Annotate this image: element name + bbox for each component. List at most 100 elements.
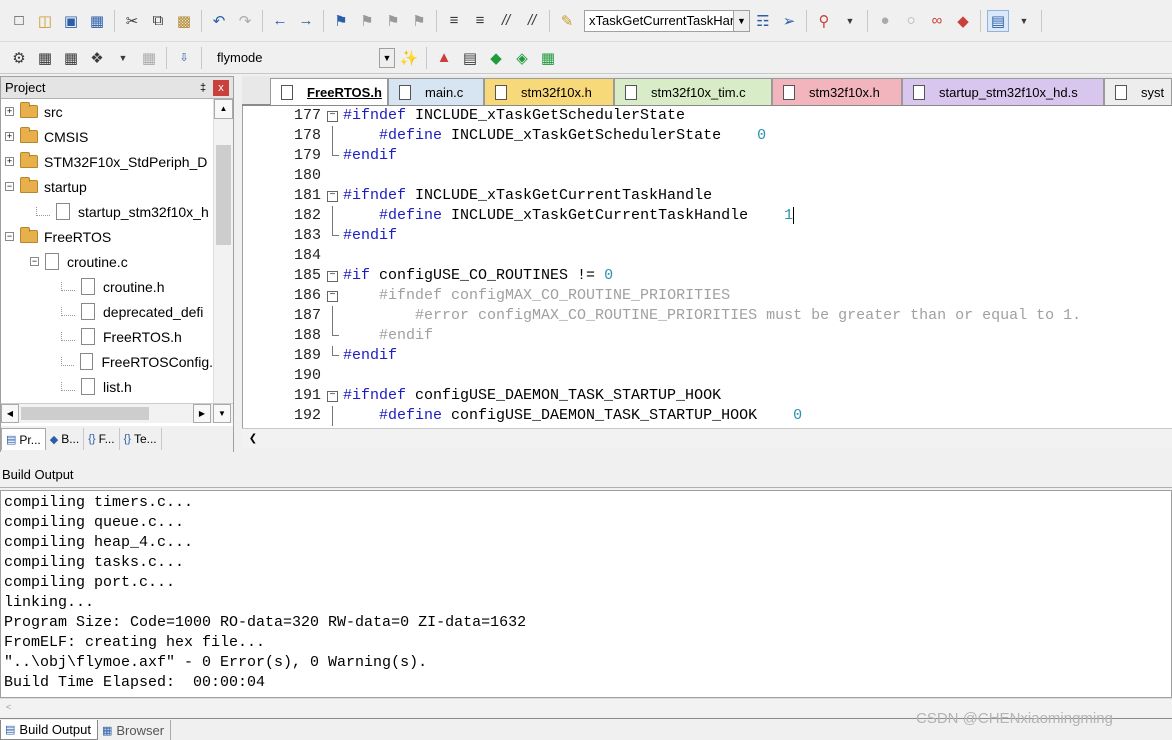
stop-build-icon[interactable]: ▦	[138, 47, 160, 69]
download-load-icon[interactable]: ⇩	[173, 47, 195, 69]
expand-icon[interactable]: +	[5, 157, 14, 166]
chevron-down-icon[interactable]: ▼	[379, 47, 395, 68]
tree-item[interactable]: + src	[1, 99, 213, 124]
manage-project-items-icon[interactable]: ▤	[459, 47, 481, 69]
collapse-icon[interactable]: −	[5, 232, 14, 241]
breakpoint-icon[interactable]: ●	[874, 10, 896, 32]
pack-installer-icon[interactable]: ◈	[511, 47, 533, 69]
tree-item[interactable]: list.h	[1, 374, 213, 399]
tree-item[interactable]: FreeRTOS.h	[1, 324, 213, 349]
tab-build-output[interactable]: ▤ Build Output	[0, 720, 98, 740]
paste-icon[interactable]: ▩	[173, 10, 195, 32]
tree-item[interactable]: + STM32F10x_StdPeriph_D	[1, 149, 213, 174]
tab-browser[interactable]: ▦ Browser	[98, 720, 172, 740]
indent-icon[interactable]: ≡	[443, 10, 465, 32]
build-output-log[interactable]: compiling timers.c... compiling queue.c..…	[0, 490, 1172, 698]
undo-icon[interactable]: ↶	[208, 10, 230, 32]
editor-tab[interactable]: stm32f10x.h	[772, 78, 902, 105]
editor-tab[interactable]: FreeRTOS.h	[270, 78, 388, 105]
editor-tab[interactable]: startup_stm32f10x_hd.s	[902, 78, 1104, 105]
project-tab[interactable]: ▤ Pr...	[1, 428, 46, 450]
target-select[interactable]: flymode ▼	[212, 47, 396, 69]
tree-item[interactable]: startup_stm32f10x_h	[1, 199, 213, 224]
scroll-thumb[interactable]	[216, 145, 231, 245]
rebuild-icon[interactable]: ▦	[60, 47, 82, 69]
run-time-environment-icon[interactable]: ◆	[485, 47, 507, 69]
editor-horizontal-scrollbar[interactable]: ❮	[242, 428, 1172, 448]
build-icon[interactable]: ▦	[34, 47, 56, 69]
tree-item[interactable]: + CMSIS	[1, 124, 213, 149]
fold-collapse-icon[interactable]: −	[327, 111, 338, 122]
disable-breakpoint-icon[interactable]: ○	[900, 10, 922, 32]
expand-icon[interactable]: +	[5, 107, 14, 116]
scroll-left-icon[interactable]: ◀	[1, 404, 19, 423]
project-horizontal-scrollbar[interactable]: ◀ ▶ ▼	[1, 403, 233, 423]
find-icon[interactable]: ☶	[752, 10, 774, 32]
tree-item[interactable]: − FreeRTOS	[1, 224, 213, 249]
tree-item[interactable]: deprecated_defi	[1, 299, 213, 324]
window-layout-icon[interactable]: ▤	[987, 9, 1009, 32]
project-tab[interactable]: {} F...	[84, 428, 120, 450]
compile-icon[interactable]: ⚙	[8, 47, 30, 69]
expand-icon[interactable]: +	[5, 132, 14, 141]
close-icon[interactable]: x	[213, 79, 229, 96]
scroll-thumb[interactable]	[21, 407, 149, 420]
editor-tab[interactable]: stm32f10x_tim.c	[614, 78, 772, 105]
find-combo[interactable]: xTaskGetCurrentTaskHan ▼	[584, 9, 750, 32]
debug-icon[interactable]: ⚲	[813, 10, 835, 32]
prev-bookmark-icon[interactable]: ⚑	[356, 10, 378, 32]
scroll-left-icon[interactable]: <	[6, 702, 11, 712]
project-tab[interactable]: ◆ B...	[46, 428, 85, 450]
open-folder-icon[interactable]: ◫	[34, 10, 56, 32]
find-in-files-icon[interactable]: ✎	[556, 10, 578, 32]
debug-dropdown-icon[interactable]: ▼	[839, 10, 861, 32]
nav-forward-icon[interactable]: →	[295, 10, 317, 32]
cut-icon[interactable]: ✂	[121, 10, 143, 32]
scroll-right-icon[interactable]: ▶	[193, 404, 211, 423]
project-vertical-scrollbar[interactable]: ▲	[213, 99, 233, 403]
project-tab[interactable]: {} Te...	[120, 428, 162, 450]
tree-item[interactable]: − startup	[1, 174, 213, 199]
incremental-find-icon[interactable]: ➢	[778, 10, 800, 32]
scroll-down-icon[interactable]: ▼	[213, 404, 231, 423]
tree-item[interactable]: − croutine.c	[1, 249, 213, 274]
new-file-icon[interactable]: □	[8, 10, 30, 32]
kill-breakpoints-icon[interactable]: ◆	[952, 10, 974, 32]
window-dropdown-icon[interactable]: ▼	[1013, 10, 1035, 32]
number-literal: 0	[757, 127, 767, 144]
next-bookmark-icon[interactable]: ⚑	[382, 10, 404, 32]
pin-icon[interactable]: ‡	[195, 82, 211, 94]
code-editor[interactable]: 177− #ifndef INCLUDE_xTaskGetSchedulerSta…	[242, 106, 1172, 428]
folder-icon	[20, 152, 38, 168]
uncomment-icon[interactable]: //	[521, 10, 543, 32]
comment-icon[interactable]: //	[495, 10, 517, 32]
editor-tab[interactable]: syst	[1104, 78, 1172, 105]
select-packs-icon[interactable]: ▦	[537, 47, 559, 69]
editor-tab[interactable]: main.c	[388, 78, 484, 105]
batch-build-icon[interactable]: ❖	[86, 47, 108, 69]
disable-all-breakpoints-icon[interactable]: ∞	[926, 10, 948, 32]
collapse-icon[interactable]: −	[30, 257, 39, 266]
fold-collapse-icon[interactable]: −	[327, 391, 338, 402]
editor-tab[interactable]: stm32f10x.h	[484, 78, 614, 105]
redo-icon[interactable]: ↷	[234, 10, 256, 32]
tree-item[interactable]: FreeRTOSConfig.	[1, 349, 213, 374]
tree-item[interactable]: croutine.h	[1, 274, 213, 299]
manage-components-icon[interactable]: ▲	[433, 47, 455, 69]
copy-icon[interactable]: ⧉	[147, 10, 169, 32]
save-icon[interactable]: ▣	[60, 10, 82, 32]
scroll-up-icon[interactable]: ▲	[214, 99, 233, 119]
collapse-icon[interactable]: −	[5, 182, 14, 191]
fold-collapse-icon[interactable]: −	[327, 291, 338, 302]
batch-dropdown-icon[interactable]: ▼	[112, 47, 134, 69]
chevron-down-icon[interactable]: ▼	[733, 10, 749, 31]
fold-collapse-icon[interactable]: −	[327, 271, 338, 282]
save-all-icon[interactable]: ▦	[86, 10, 108, 32]
bookmark-icon[interactable]: ⚑	[330, 10, 352, 32]
clear-bookmarks-icon[interactable]: ⚑	[408, 10, 430, 32]
unindent-icon[interactable]: ≡	[469, 10, 491, 32]
fold-collapse-icon[interactable]: −	[327, 191, 338, 202]
nav-back-icon[interactable]: ←	[269, 10, 291, 32]
target-options-icon[interactable]: ✨	[398, 47, 420, 69]
scroll-left-icon[interactable]: ❮	[244, 430, 262, 447]
